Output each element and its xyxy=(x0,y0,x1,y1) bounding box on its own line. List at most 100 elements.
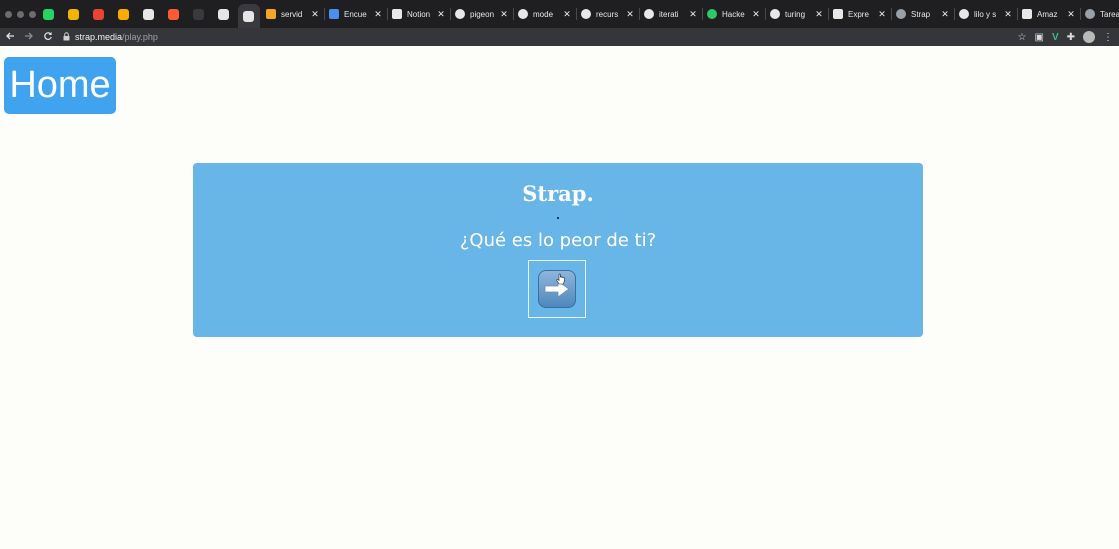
close-tab-icon[interactable]: ✕ xyxy=(1067,9,1075,20)
analytics-icon xyxy=(118,8,129,20)
browser-tab[interactable]: Notion ✕ xyxy=(387,0,450,28)
lock-icon[interactable] xyxy=(63,31,70,43)
trello-icon xyxy=(143,8,154,20)
tab-label: Amaz xyxy=(1037,9,1058,19)
close-tab-icon[interactable]: ✕ xyxy=(689,9,697,20)
pinned-tab[interactable] xyxy=(38,3,60,25)
pinned-tab[interactable] xyxy=(163,3,185,25)
tab-label: mode xyxy=(533,9,554,19)
tab-label: turing xyxy=(785,9,806,19)
google-drive-icon xyxy=(68,8,79,20)
browser-tab[interactable]: Amaz ✕ xyxy=(1017,0,1080,28)
browser-tab[interactable]: Tarea✕ xyxy=(1080,0,1119,28)
pinned-tab[interactable] xyxy=(63,3,85,25)
browser-tab[interactable]: Strap ✕ xyxy=(891,0,954,28)
bookmark-star-icon[interactable]: ☆ xyxy=(1018,32,1027,43)
url-host: strap.media xyxy=(75,32,123,42)
close-tab-icon[interactable]: ✕ xyxy=(941,9,949,20)
browser-tab[interactable]: lilo y s ✕ xyxy=(954,0,1017,28)
tab-label: lilo y s xyxy=(974,9,997,19)
close-tab-icon[interactable]: ✕ xyxy=(878,9,886,20)
browser-tab[interactable]: Hacke ✕ xyxy=(702,0,765,28)
close-window-button[interactable] xyxy=(5,10,12,18)
brand-title: Strap. xyxy=(522,181,594,206)
express-icon xyxy=(833,9,843,19)
tab-label: Notion xyxy=(407,9,431,19)
url-path: /play.php xyxy=(122,32,158,42)
tab-label: pigeon xyxy=(470,9,495,19)
browser-tab[interactable]: iterati ✕ xyxy=(639,0,702,28)
forward-button[interactable] xyxy=(19,31,38,44)
browser-tab[interactable]: turing ✕ xyxy=(765,0,828,28)
pinned-tab[interactable] xyxy=(88,3,110,25)
tab-list: servid ✕ Encue ✕ Notion ✕ pigeon ✕ mode ✕ recurs ✕ i… xyxy=(261,0,1119,28)
google-icon xyxy=(644,9,654,19)
pinned-tab[interactable] xyxy=(237,4,260,28)
reload-button[interactable] xyxy=(38,31,57,44)
whatsapp-icon xyxy=(43,8,54,20)
pinned-tab[interactable] xyxy=(138,3,160,25)
vue-devtools-icon[interactable]: V xyxy=(1052,32,1059,43)
menu-kebab-icon[interactable]: ⋮ xyxy=(1103,32,1113,43)
browser-toolbar: strap.media/play.php ☆ ▣ V ✚ ⋮ xyxy=(0,28,1119,46)
browser-tab[interactable]: pigeon ✕ xyxy=(450,0,513,28)
chart-icon xyxy=(266,9,276,19)
pinned-tab[interactable] xyxy=(113,3,135,25)
browser-tab[interactable]: Expre ✕ xyxy=(828,0,891,28)
globe-icon xyxy=(896,9,906,19)
tab-label: Expre xyxy=(848,9,869,19)
tab-label: Strap xyxy=(911,9,931,19)
close-tab-icon[interactable]: ✕ xyxy=(626,9,634,20)
extension-square-icon[interactable]: ▣ xyxy=(1034,32,1043,43)
browser-tab[interactable]: Encue ✕ xyxy=(324,0,387,28)
minimize-window-button[interactable] xyxy=(17,10,24,18)
tab-label: Hacke xyxy=(722,9,745,19)
google-icon xyxy=(959,9,969,19)
separator-dot xyxy=(557,217,559,219)
tab-label: Tarea xyxy=(1100,9,1119,19)
maximize-window-button[interactable] xyxy=(29,10,36,18)
close-tab-icon[interactable]: ✕ xyxy=(1004,9,1012,20)
close-tab-icon[interactable]: ✕ xyxy=(815,9,823,20)
forms-icon xyxy=(329,9,339,19)
pinned-tabs xyxy=(36,0,261,28)
tab-label: recurs xyxy=(596,9,619,19)
close-tab-icon[interactable]: ✕ xyxy=(311,9,319,20)
google-icon xyxy=(581,9,591,19)
home-button[interactable]: Home xyxy=(4,57,116,114)
close-tab-icon[interactable]: ✕ xyxy=(374,9,382,20)
bookmark-icon xyxy=(218,8,229,20)
address-bar[interactable]: strap.media/play.php xyxy=(63,28,1018,46)
link-icon xyxy=(168,8,179,20)
gmail-icon xyxy=(93,8,104,20)
google-icon xyxy=(518,9,528,19)
next-button[interactable] xyxy=(528,260,586,318)
globe-icon xyxy=(1085,9,1095,19)
pinned-tab[interactable] xyxy=(213,3,235,25)
back-button[interactable] xyxy=(0,31,19,44)
reload-icon xyxy=(43,31,52,40)
amazon-icon xyxy=(1022,9,1032,19)
blank-page-icon xyxy=(193,8,204,20)
tab-strip: servid ✕ Encue ✕ Notion ✕ pigeon ✕ mode ✕ recurs ✕ i… xyxy=(0,0,1119,28)
close-tab-icon[interactable]: ✕ xyxy=(752,9,760,20)
question-text: ¿Qué es lo peor de ti? xyxy=(459,230,657,251)
browser-tab[interactable]: mode ✕ xyxy=(513,0,576,28)
browser-tab[interactable]: recurs ✕ xyxy=(576,0,639,28)
google-icon xyxy=(770,9,780,19)
close-tab-icon[interactable]: ✕ xyxy=(437,9,445,20)
hackerrank-icon xyxy=(707,9,717,19)
hand-cursor-icon xyxy=(556,273,565,285)
profile-avatar[interactable] xyxy=(1083,31,1095,43)
strap-icon xyxy=(243,10,254,22)
close-tab-icon[interactable]: ✕ xyxy=(500,9,508,20)
toolbar-actions: ☆ ▣ V ✚ ⋮ xyxy=(1018,31,1119,43)
extensions-puzzle-icon[interactable]: ✚ xyxy=(1067,32,1075,43)
close-tab-icon[interactable]: ✕ xyxy=(563,9,571,20)
tab-label: servid xyxy=(281,9,303,19)
pinned-tab[interactable] xyxy=(188,3,210,25)
google-icon xyxy=(455,9,465,19)
tab-label: Encue xyxy=(344,9,367,19)
browser-tab[interactable]: servid ✕ xyxy=(261,0,324,28)
back-arrow-icon xyxy=(5,32,14,39)
